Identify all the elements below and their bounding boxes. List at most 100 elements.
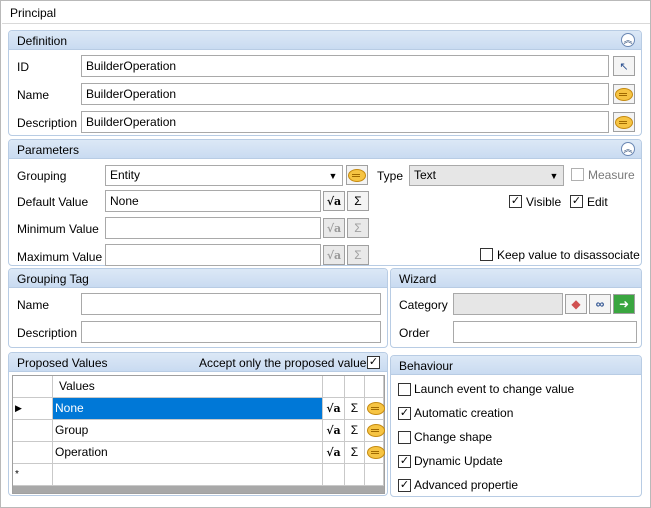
default-sum-button[interactable]: Σ <box>347 191 369 211</box>
value-cell[interactable]: Operation <box>53 442 323 464</box>
maximum-value-label: Maximum Value <box>17 250 103 264</box>
category-field[interactable] <box>453 293 563 315</box>
collapse-definition-icon[interactable]: ︽ <box>621 33 635 47</box>
row-header-corner <box>13 376 53 398</box>
row-translate-button[interactable] <box>365 398 385 420</box>
value-cell[interactable]: None <box>53 398 323 420</box>
proposed-values-title: Proposed Values <box>17 356 108 370</box>
maximum-value-field[interactable] <box>105 244 321 266</box>
grouping-tag-title: Grouping Tag <box>17 272 89 286</box>
formula-icon: √a <box>326 446 341 459</box>
default-formula-button[interactable]: √a <box>323 191 345 211</box>
edit-checkbox[interactable]: ✓ <box>570 195 583 208</box>
tag-name-label: Name <box>17 298 50 312</box>
parameters-panel: Parameters ︽ Grouping Entity ▼ Type Text… <box>8 139 642 266</box>
minimum-value-field[interactable] <box>105 217 321 239</box>
speech-bubble-icon <box>615 116 633 129</box>
maximum-formula-button[interactable]: √a <box>323 245 345 265</box>
behaviour-title: Behaviour <box>399 359 454 373</box>
grouping-tag-panel: Grouping Tag Name Description <box>8 268 388 348</box>
row-translate-button[interactable] <box>365 442 385 464</box>
proposed-values-grid: Values ▶ None √a Σ Group √a Σ Operation … <box>12 375 385 494</box>
speech-bubble-icon <box>367 402 385 415</box>
row-sum-button[interactable]: Σ <box>345 442 365 464</box>
wizard-title: Wizard <box>399 272 437 286</box>
speech-bubble-icon <box>367 424 385 437</box>
wizard-panel: Wizard Category ◆ ∞ ➜ Order <box>390 268 642 348</box>
minimum-sum-button[interactable]: Σ <box>347 218 369 238</box>
row-formula-button[interactable]: √a <box>323 398 345 420</box>
new-row-sum-cell <box>345 464 365 486</box>
values-column-header[interactable]: Values <box>53 376 323 398</box>
grouping-tag-header: Grouping Tag <box>9 269 387 288</box>
automatic-creation-checkbox[interactable]: ✓ <box>398 407 411 420</box>
change-shape-label: Change shape <box>414 430 493 444</box>
visible-label: Visible <box>526 195 562 209</box>
row-indicator[interactable] <box>13 442 53 464</box>
id-picker-button[interactable]: ↖ <box>613 56 635 76</box>
sum-column-header <box>345 376 365 398</box>
keep-value-label: Keep value to disassociate <box>497 248 640 262</box>
dynamic-update-checkbox[interactable]: ✓ <box>398 455 411 468</box>
row-sum-button[interactable]: Σ <box>345 398 365 420</box>
id-field[interactable]: BuilderOperation <box>81 55 609 77</box>
new-value-cell[interactable] <box>53 464 323 486</box>
description-translate-button[interactable] <box>613 112 635 132</box>
formula-column-header <box>323 376 345 398</box>
new-row-indicator[interactable]: * <box>13 464 53 486</box>
maximum-sum-button[interactable]: Σ <box>347 245 369 265</box>
description-field[interactable]: BuilderOperation <box>81 111 609 133</box>
grouping-select[interactable]: Entity ▼ <box>105 165 343 186</box>
tab-bar: Principal <box>2 2 650 24</box>
speech-bubble-icon <box>348 169 366 182</box>
tab-principal[interactable]: Principal <box>10 6 56 20</box>
definition-title: Definition <box>17 34 68 48</box>
name-translate-button[interactable] <box>613 84 635 104</box>
dynamic-update-label: Dynamic Update <box>414 454 503 468</box>
visible-checkbox[interactable]: ✓ <box>509 195 522 208</box>
eraser-icon: ◆ <box>571 297 581 311</box>
measure-checkbox[interactable] <box>571 168 584 181</box>
tag-description-label: Description <box>17 326 78 340</box>
new-row-translate-cell <box>365 464 384 486</box>
new-row-formula-cell <box>323 464 345 486</box>
default-value-field[interactable]: None <box>105 190 321 212</box>
description-label: Description <box>17 116 78 130</box>
row-sum-button[interactable]: Σ <box>345 420 365 442</box>
type-select[interactable]: Text ▼ <box>409 165 564 186</box>
formula-icon: √a <box>326 222 342 235</box>
tag-description-field[interactable] <box>81 321 381 343</box>
go-category-button[interactable]: ➜ <box>613 294 635 314</box>
accept-only-checkbox[interactable]: ✓ <box>367 356 380 369</box>
name-field[interactable]: BuilderOperation <box>81 83 609 105</box>
advanced-properties-checkbox[interactable]: ✓ <box>398 479 411 492</box>
row-indicator[interactable] <box>13 420 53 442</box>
tag-name-field[interactable] <box>81 293 381 315</box>
grouping-translate-button[interactable] <box>346 165 368 185</box>
binoculars-icon: ∞ <box>595 297 605 311</box>
definition-header: Definition ︽ <box>9 31 641 50</box>
search-category-button[interactable]: ∞ <box>589 294 611 314</box>
definition-panel: Definition ︽ ID BuilderOperation ↖ Name … <box>8 30 642 136</box>
minimum-value-label: Minimum Value <box>17 222 99 236</box>
change-shape-checkbox[interactable] <box>398 431 411 444</box>
formula-icon: √a <box>326 402 341 415</box>
grid-scrollbar[interactable] <box>13 486 384 493</box>
order-field[interactable] <box>453 321 637 343</box>
clear-category-button[interactable]: ◆ <box>565 294 587 314</box>
formula-icon: √a <box>326 424 341 437</box>
row-formula-button[interactable]: √a <box>323 442 345 464</box>
row-indicator[interactable]: ▶ <box>13 398 53 420</box>
minimum-formula-button[interactable]: √a <box>323 218 345 238</box>
collapse-parameters-icon[interactable]: ︽ <box>621 142 635 156</box>
row-formula-button[interactable]: √a <box>323 420 345 442</box>
name-label: Name <box>17 88 50 102</box>
row-translate-button[interactable] <box>365 420 385 442</box>
launch-event-checkbox[interactable] <box>398 383 411 396</box>
behaviour-header: Behaviour <box>391 356 641 375</box>
parameters-header: Parameters ︽ <box>9 140 641 159</box>
keep-value-checkbox[interactable] <box>480 248 493 261</box>
wizard-header: Wizard <box>391 269 641 288</box>
value-cell[interactable]: Group <box>53 420 323 442</box>
id-label: ID <box>17 60 29 74</box>
